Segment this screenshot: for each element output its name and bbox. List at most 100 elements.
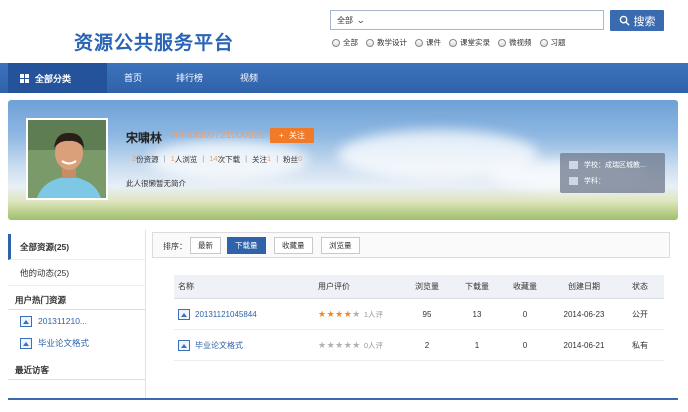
stat-separator: |: [202, 154, 205, 163]
rating-stars: ★★★★★ 0人评: [318, 330, 383, 360]
search-button-label: 搜索: [633, 15, 656, 28]
hot-resource-item[interactable]: 201311210...: [8, 310, 145, 332]
sidebar-tab-all-resources[interactable]: 全部资源(25): [8, 234, 145, 260]
filter-option-class-record[interactable]: 课堂实录: [449, 37, 490, 48]
table-row[interactable]: 20131121045844 ★★★★★ 1人评 95 13 0 2014-06…: [174, 299, 664, 330]
column-header-downloads: 下载量: [465, 282, 489, 291]
column-header-favorites: 收藏量: [513, 282, 537, 291]
search-category-label: 全部: [337, 16, 353, 25]
star-rating: ★★★★★: [318, 340, 361, 351]
stat-follow-count: 1: [267, 154, 272, 163]
column-header-views: 浏览量: [415, 282, 439, 291]
plus-icon: +: [279, 131, 284, 140]
follow-button[interactable]: + 关注: [270, 128, 314, 143]
book-icon: [569, 177, 578, 185]
chevron-down-icon: ⌄: [355, 15, 366, 25]
resource-link[interactable]: 毕业论文格式: [178, 339, 243, 351]
all-categories-menu[interactable]: 全部分类: [8, 63, 107, 93]
radio-icon[interactable]: [449, 38, 457, 47]
nav-item-ranking[interactable]: 排行榜: [176, 63, 203, 93]
stat-resources-label: 份资源: [136, 155, 159, 164]
filter-option-all[interactable]: 全部: [332, 37, 358, 48]
star-icon: ★: [352, 308, 361, 319]
column-header-status: 状态: [632, 282, 648, 291]
school-icon: [569, 161, 578, 169]
school-label: 学校：成瑞区城教...: [584, 162, 646, 169]
follow-button-label: 关注: [288, 131, 305, 140]
resource-title[interactable]: 20131121045844: [195, 310, 257, 319]
favorites-value: 0: [522, 340, 528, 350]
filter-label: 课堂实录: [460, 38, 490, 47]
nav-item-home[interactable]: 首页: [124, 63, 142, 93]
profile-stats: 2 份资源 | 1 人浏览 | 14 次下载 | 关注 1 | 粉丝 0: [132, 154, 302, 165]
star-icon: ★★★★★: [318, 339, 361, 350]
site-logo[interactable]: 资源公共服务平台: [74, 28, 234, 55]
hot-resources-heading: 用户热门资源: [8, 294, 145, 310]
rating-stars: ★★★★★ 1人评: [318, 299, 383, 329]
rating-comment-count: 1人评: [363, 309, 384, 319]
views-value: 95: [422, 309, 432, 319]
status-value: 公开: [632, 309, 648, 319]
sort-label: 排序：: [163, 242, 187, 251]
avatar[interactable]: [26, 118, 108, 200]
column-header-name: 名称: [178, 282, 194, 291]
stat-follow-label[interactable]: 关注: [252, 154, 267, 165]
radio-icon[interactable]: [332, 38, 340, 47]
nav-item-video[interactable]: 视频: [240, 63, 258, 93]
hot-resource-item[interactable]: 毕业论文格式: [8, 332, 145, 354]
search-category-select[interactable]: 全部 ⌄: [337, 15, 366, 26]
resource-panel: 排序： 最新 下载量 收藏量 浏览量 名称 用户评价 浏览量 下载量 收藏量 创…: [152, 232, 672, 392]
rating-comment-count: 0人评: [363, 340, 384, 350]
star-icon: ★★★★: [318, 308, 353, 319]
school-row: 学校：成瑞区城教...: [569, 160, 646, 170]
image-file-icon: [178, 339, 190, 351]
sort-latest-button[interactable]: 最新: [190, 237, 221, 254]
stat-views-label: 人浏览: [174, 155, 198, 164]
filter-option-courseware[interactable]: 课件: [415, 37, 441, 48]
image-file-icon: [178, 308, 190, 320]
avatar-photo: [28, 120, 106, 198]
image-file-icon: [20, 337, 32, 349]
stat-fans-count: 0: [298, 154, 303, 163]
radio-icon[interactable]: [415, 38, 423, 47]
filter-option-micro-video[interactable]: 微视频: [498, 37, 532, 48]
search-button[interactable]: 搜索: [610, 10, 664, 31]
filter-option-exercise[interactable]: 习题: [539, 37, 566, 48]
sort-favorites-button[interactable]: 收藏量: [274, 237, 313, 254]
recent-visitors-heading: 最近访客: [8, 364, 145, 380]
sidebar-tab-activity[interactable]: 他的动态(25): [8, 260, 145, 286]
filter-label: 微视频: [509, 38, 532, 47]
filter-label: 教学设计: [377, 38, 407, 47]
search-filter-options: 全部 教学设计 课件 课堂实录 微视频 习题: [332, 37, 566, 48]
main-navbar: 全部分类 首页 排行榜 视频: [0, 63, 688, 93]
filter-label: 课件: [426, 38, 441, 47]
radio-icon[interactable]: [366, 38, 374, 47]
hot-resource-title[interactable]: 毕业论文格式: [38, 337, 89, 349]
resource-title[interactable]: 毕业论文格式: [195, 340, 243, 351]
stat-separator: |: [245, 154, 248, 163]
resource-link[interactable]: 20131121045844: [178, 308, 257, 320]
sort-views-button[interactable]: 浏览量: [321, 237, 360, 254]
footer-divider: [8, 398, 678, 400]
profile-intro: 此人很懒暂无简介: [126, 179, 186, 188]
favorites-value: 0: [522, 309, 528, 319]
downloads-value: 13: [472, 309, 482, 319]
sort-downloads-button[interactable]: 下载量: [227, 237, 266, 254]
table-row[interactable]: 毕业论文格式 ★★★★★ 0人评 2 1 0 2014-06-21 私有: [174, 330, 664, 361]
stat-separator: |: [163, 154, 166, 163]
filter-option-teaching-design[interactable]: 教学设计: [366, 37, 407, 48]
stat-downloads-label: 次下载: [217, 155, 241, 164]
stat-downloads-count: 14: [209, 154, 218, 163]
stat-separator: |: [276, 154, 279, 163]
subject-label: 学科：: [584, 178, 605, 185]
stat-fans-label[interactable]: 粉丝: [283, 154, 298, 165]
resource-table: 名称 用户评价 浏览量 下载量 收藏量 创建日期 状态 201311210458…: [174, 275, 664, 361]
radio-icon[interactable]: [498, 38, 506, 47]
search-input[interactable]: 全部 ⌄: [330, 10, 604, 30]
left-sidebar: 全部资源(25) 他的动态(25) 用户热门资源 201311210... 毕业…: [8, 230, 146, 400]
sort-bar: 排序： 最新 下载量 收藏量 浏览量: [152, 232, 670, 258]
star-rating: ★★★★★: [318, 309, 361, 320]
radio-icon[interactable]: [539, 38, 548, 47]
table-header: 名称 用户评价 浏览量 下载量 收藏量 创建日期 状态: [174, 275, 664, 299]
hot-resource-title[interactable]: 201311210...: [38, 316, 87, 326]
